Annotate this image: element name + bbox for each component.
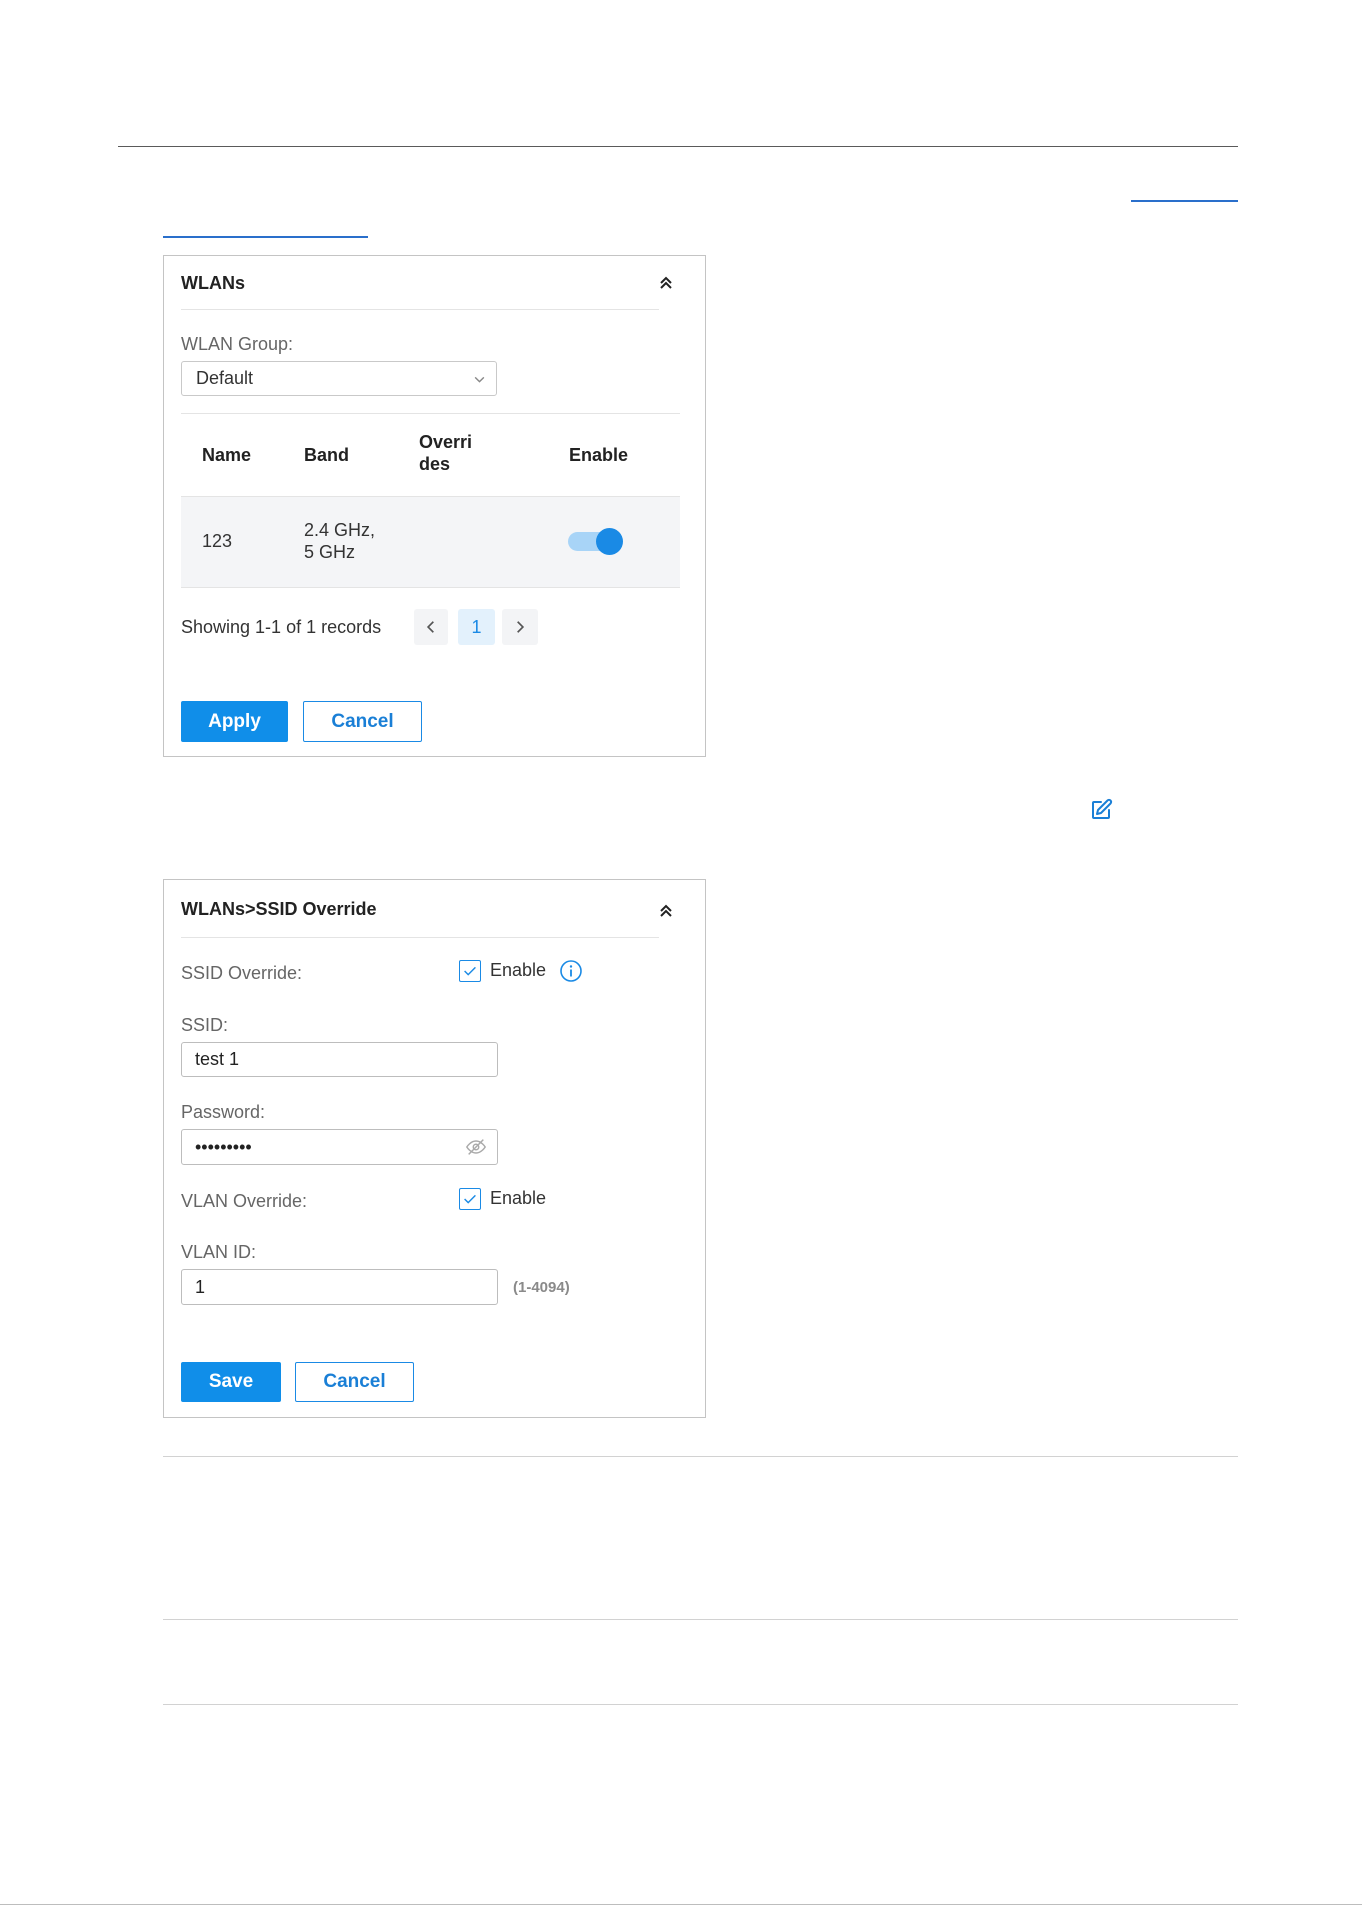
save-button[interactable]: Save	[181, 1362, 281, 1402]
next-page-button[interactable]	[502, 609, 538, 645]
hyperlink[interactable]	[1131, 200, 1238, 202]
column-header-overrides-line: Overri	[419, 432, 473, 452]
password-field	[181, 1129, 498, 1165]
vlan-id-range-hint: (1-4094)	[513, 1279, 570, 1296]
hyperlink[interactable]	[163, 236, 368, 238]
ssid-override-checkbox[interactable]	[459, 960, 481, 982]
prev-page-button[interactable]	[414, 609, 448, 645]
checkmark-icon	[464, 966, 476, 976]
password-input[interactable]	[181, 1129, 498, 1165]
column-header-overrides-line: des	[419, 454, 451, 474]
ssid-override-enable-label: Enable	[490, 960, 547, 980]
top-divider	[118, 146, 1238, 147]
column-header-band: Band	[304, 445, 349, 465]
vlan-override-checkbox[interactable]	[459, 1188, 481, 1210]
info-icon[interactable]	[559, 959, 583, 983]
vlan-id-label: VLAN ID:	[181, 1242, 257, 1262]
password-label: Password:	[181, 1102, 266, 1122]
chevron-left-icon	[426, 621, 434, 633]
toggle-knob	[596, 528, 623, 555]
table-bottom-divider	[181, 587, 680, 588]
page-footer-divider	[0, 1904, 1362, 1905]
panel-title: WLANs>SSID Override	[181, 899, 377, 919]
section-divider	[163, 1704, 1238, 1705]
vlan-override-label: VLAN Override:	[181, 1191, 308, 1211]
cancel-button[interactable]: Cancel	[295, 1362, 414, 1402]
double-chevron-up-icon[interactable]	[658, 903, 674, 919]
title-divider	[181, 937, 659, 938]
wlan-name-cell: 123	[202, 531, 233, 551]
wlan-band-line: 2.4 GHz,	[304, 520, 376, 540]
table-top-divider	[181, 413, 680, 414]
edit-icon[interactable]	[1089, 798, 1113, 822]
pagination-summary: Showing 1-1 of 1 records	[181, 617, 382, 637]
panel-title: WLANs	[181, 273, 245, 293]
chevron-right-icon	[517, 621, 525, 633]
vlan-id-input[interactable]	[181, 1269, 498, 1305]
eye-slash-icon[interactable]	[465, 1136, 487, 1158]
section-divider	[163, 1456, 1238, 1457]
wlan-enable-toggle[interactable]	[568, 528, 623, 555]
ssid-override-label: SSID Override:	[181, 963, 303, 983]
wlans-panel: WLANs WLAN Group: Default Name Band Over…	[163, 255, 706, 757]
wlan-band-line: 5 GHz	[304, 542, 356, 562]
cancel-button[interactable]: Cancel	[303, 701, 422, 742]
checkmark-icon	[464, 1194, 476, 1204]
apply-button[interactable]: Apply	[181, 701, 288, 742]
section-divider	[163, 1619, 1238, 1620]
ssid-input[interactable]	[181, 1042, 498, 1077]
wlan-group-value: Default	[196, 368, 254, 388]
wlan-band-cell: 2.4 GHz, 5 GHz	[304, 519, 375, 563]
double-chevron-up-icon[interactable]	[658, 275, 674, 291]
ssid-label: SSID:	[181, 1015, 229, 1035]
vlan-override-enable-label: Enable	[490, 1188, 547, 1208]
column-header-overrides: Overri des	[419, 431, 472, 475]
wlan-group-label: WLAN Group:	[181, 334, 294, 354]
column-header-name: Name	[202, 445, 252, 465]
chevron-down-icon	[474, 376, 485, 383]
page-number-button[interactable]: 1	[458, 609, 495, 645]
column-header-enable: Enable	[569, 445, 629, 465]
wlan-group-select[interactable]: Default	[181, 361, 497, 396]
title-divider	[181, 309, 659, 310]
ssid-override-panel: WLANs>SSID Override SSID Override: Enabl…	[163, 879, 706, 1418]
